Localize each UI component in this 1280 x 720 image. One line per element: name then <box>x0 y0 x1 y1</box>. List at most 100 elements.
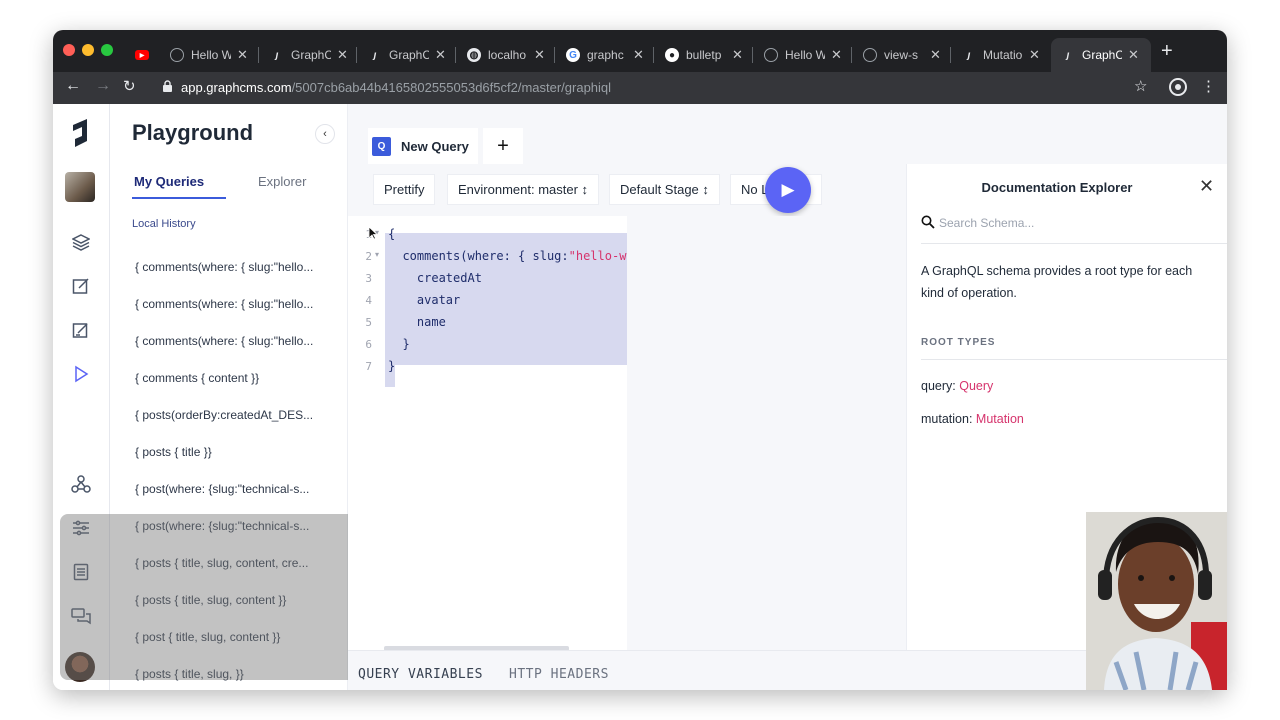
browser-tab[interactable]: Hello W ✕ <box>160 38 248 72</box>
close-tab-icon[interactable]: ✕ <box>1128 47 1139 63</box>
history-item[interactable]: { comments(where: { slug:"hello... <box>135 334 330 348</box>
tab-new-query[interactable]: Q New Query <box>368 128 478 164</box>
new-tab-button[interactable]: + <box>1161 40 1173 63</box>
code-line: createdAt <box>388 271 482 285</box>
tooltip-overlay <box>60 514 382 680</box>
url-path: /5007cb6ab44b4165802555053d6f5cf2/master… <box>291 80 612 95</box>
url-host: app.graphcms.com <box>181 80 292 95</box>
browser-tab[interactable]: ȷ Mutatio ✕ <box>952 38 1040 72</box>
close-tab-icon[interactable]: ✕ <box>237 47 248 63</box>
graphcms-icon: ȷ <box>275 49 279 61</box>
github-icon: ● <box>665 48 679 62</box>
stage-select[interactable]: Default Stage ↕ <box>609 174 720 205</box>
graphcms-icon: ȷ <box>373 49 377 61</box>
tab-label: GraphC <box>389 48 429 62</box>
layers-icon[interactable] <box>69 230 93 254</box>
fold-arrow-icon[interactable]: ▾ <box>375 250 379 259</box>
history-item[interactable]: { comments(where: { slug:"hello... <box>135 297 330 311</box>
browser-tab[interactable]: G graphc ✕ <box>556 38 644 72</box>
graphcms-app: Playground ‹ My Queries Explorer Local H… <box>53 104 1227 690</box>
google-icon: G <box>566 48 580 62</box>
tab-label: bulletp <box>686 48 722 62</box>
close-tab-icon[interactable]: ✕ <box>633 47 644 63</box>
close-tab-icon[interactable]: ✕ <box>534 47 545 63</box>
close-window-button[interactable] <box>63 44 75 56</box>
history-item[interactable]: { comments(where: { slug:"hello... <box>135 260 330 274</box>
browser-menu-icon[interactable]: ⋮ <box>1201 77 1216 95</box>
history-item[interactable]: { post(where: {slug:"technical-s... <box>135 482 330 496</box>
add-tab-button[interactable]: + <box>483 128 523 164</box>
minimize-window-button[interactable] <box>82 44 94 56</box>
collapse-sidebar-button[interactable]: ‹ <box>315 124 335 144</box>
browser-tab[interactable]: ● bulletp ✕ <box>655 38 743 72</box>
graphcms-logo-icon[interactable] <box>67 116 95 152</box>
code-line: { <box>388 227 396 241</box>
schema-search-input[interactable] <box>939 216 1209 230</box>
close-tab-icon[interactable]: ✕ <box>930 47 941 63</box>
environment-select[interactable]: Environment: master ↕ <box>447 174 600 205</box>
code-line: } <box>388 359 396 373</box>
close-tab-icon[interactable]: ✕ <box>337 47 348 63</box>
result-pane <box>627 216 906 650</box>
root-type-key: query: <box>921 379 956 393</box>
query-type-link[interactable]: Query <box>959 379 993 393</box>
history-item[interactable]: { posts(orderBy:createdAt_DES... <box>135 408 330 422</box>
extension-icon[interactable] <box>1169 78 1187 96</box>
mouse-cursor-icon <box>368 226 378 240</box>
root-type-key: mutation: <box>921 412 973 426</box>
url-field[interactable]: app.graphcms.com/5007cb6ab44b41658025550… <box>181 80 611 95</box>
tab-my-queries[interactable]: My Queries <box>134 174 204 189</box>
browser-tab[interactable]: ◍ localho ✕ <box>457 38 545 72</box>
line-number: 2 <box>365 250 372 263</box>
close-tab-icon[interactable]: ✕ <box>1029 47 1040 63</box>
run-query-button[interactable]: ▶ <box>765 167 811 213</box>
browser-tab[interactable]: Hello W ✕ <box>754 38 842 72</box>
line-number: 3 <box>365 272 372 285</box>
browser-tab-youtube[interactable]: ▶ <box>125 38 156 72</box>
maximize-window-button[interactable] <box>101 44 113 56</box>
history-item[interactable]: { posts { title }} <box>135 445 330 459</box>
lock-icon <box>163 80 172 92</box>
prettify-button[interactable]: Prettify <box>373 174 436 205</box>
webhooks-icon[interactable] <box>69 472 93 496</box>
chevron-left-icon: ‹ <box>323 128 327 140</box>
globe-icon <box>170 48 184 62</box>
browser-tab[interactable]: ȷ GraphC ✕ <box>358 38 446 72</box>
browser-tab[interactable]: view-s ✕ <box>853 38 941 72</box>
code-line: } <box>388 337 410 351</box>
tab-query-variables[interactable]: QUERY VARIABLES <box>358 667 483 682</box>
back-icon[interactable]: ← <box>65 77 81 95</box>
code-line: name <box>388 315 446 329</box>
playground-play-icon[interactable] <box>69 362 93 386</box>
query-editor[interactable]: 1 2 3 4 5 6 7 ▾ ▾ { comments(where: { sl… <box>348 216 627 651</box>
tab-http-headers[interactable]: HTTP HEADERS <box>509 667 609 682</box>
content-edit-icon[interactable] <box>69 318 93 342</box>
graphcms-icon: ȷ <box>1066 49 1070 61</box>
browser-window: ▶ Hello W ✕ ȷ GraphC ✕ ȷ GraphC ✕ ◍ loca… <box>53 30 1227 690</box>
tab-label: graphc <box>587 48 624 62</box>
line-number: 7 <box>365 360 372 373</box>
project-avatar[interactable] <box>65 172 95 202</box>
browser-tab-active[interactable]: ȷ GraphC ✕ <box>1051 38 1151 72</box>
code-line: comments(where: { slug:"hello-wo <box>388 249 627 263</box>
bookmark-star-icon[interactable]: ☆ <box>1134 77 1147 95</box>
page-title: Playground <box>132 120 254 145</box>
editor-toolbar: Prettify Environment: master ↕ Default S… <box>348 164 906 216</box>
close-tab-icon[interactable]: ✕ <box>732 47 743 63</box>
query-badge: Q <box>372 136 391 156</box>
edit-icon[interactable] <box>69 274 93 298</box>
docs-title: Documentation Explorer <box>981 180 1133 195</box>
close-tab-icon[interactable]: ✕ <box>435 47 446 63</box>
mutation-type-link[interactable]: Mutation <box>976 412 1024 426</box>
close-tab-icon[interactable]: ✕ <box>831 47 842 63</box>
reload-icon[interactable]: ↻ <box>123 77 136 95</box>
globe-icon <box>764 48 778 62</box>
tab-explorer[interactable]: Explorer <box>258 174 306 189</box>
local-history-label: Local History <box>132 218 196 230</box>
history-item[interactable]: { comments { content }} <box>135 371 330 385</box>
close-icon[interactable]: ✕ <box>1199 176 1214 197</box>
forward-icon[interactable]: → <box>95 77 111 95</box>
browser-tab[interactable]: ȷ GraphC ✕ <box>260 38 348 72</box>
tab-label: Hello W <box>191 48 231 62</box>
code-text: comments(where: { slug: <box>388 249 569 263</box>
